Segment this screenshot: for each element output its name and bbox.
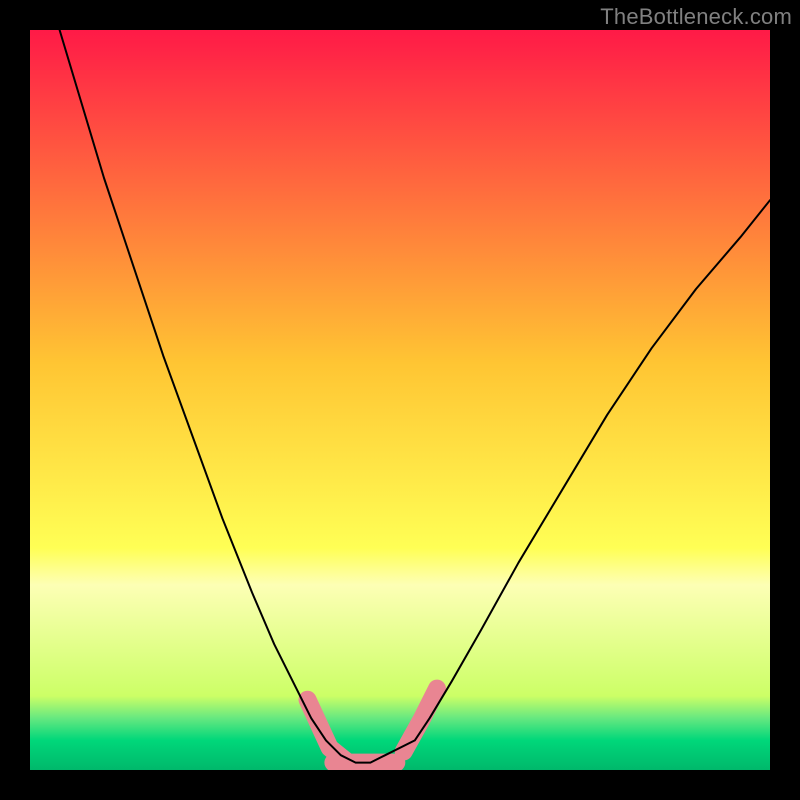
plot-area [30,30,770,770]
chart-frame: TheBottleneck.com [0,0,800,800]
gradient-background [30,30,770,770]
chart-svg [30,30,770,770]
watermark-text: TheBottleneck.com [600,4,792,30]
